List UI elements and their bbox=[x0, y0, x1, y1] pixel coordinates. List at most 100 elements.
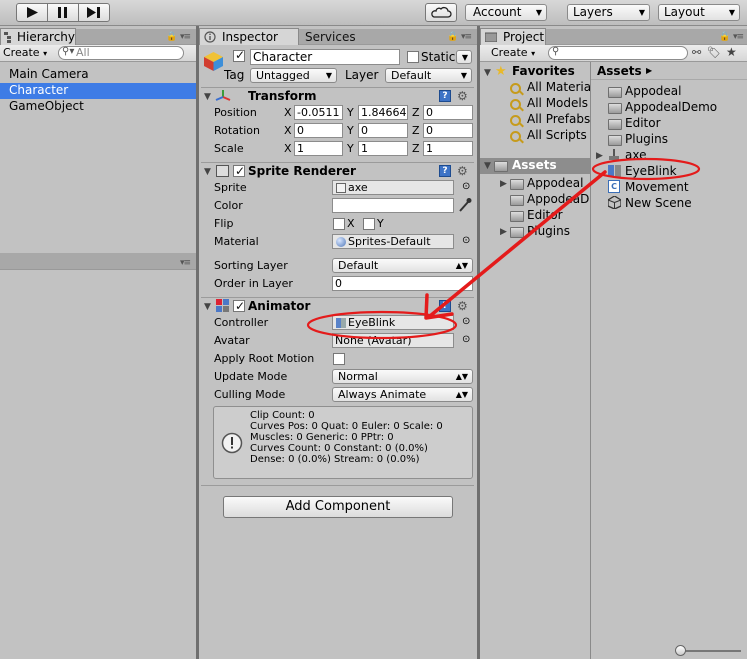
sprite-renderer-component-header[interactable]: ▼ Sprite Renderer ? ⚙ bbox=[201, 162, 474, 179]
scale-z-field[interactable]: 1 bbox=[423, 141, 473, 156]
static-checkbox[interactable] bbox=[407, 51, 419, 63]
filter-by-type-icon[interactable]: ⚯ bbox=[692, 46, 701, 59]
position-y-field[interactable]: 1.84664 bbox=[358, 105, 408, 120]
tab-services[interactable]: Services bbox=[305, 30, 356, 44]
asset-tree-item[interactable]: Plugins bbox=[527, 224, 570, 239]
panel-menu-icon[interactable]: ▾≡ bbox=[180, 258, 191, 268]
transform-component-header[interactable]: ▼ Transform ? ⚙ bbox=[201, 87, 474, 104]
asset-item-editor[interactable]: Editor bbox=[625, 116, 661, 131]
foldout-arrow-icon[interactable]: ▼ bbox=[204, 89, 211, 105]
favorite-item-scripts[interactable]: All Scripts bbox=[527, 128, 587, 143]
lock-icon[interactable]: 🔒 bbox=[719, 32, 730, 42]
sorting-layer-dropdown[interactable]: Default ▲▼ bbox=[332, 258, 473, 273]
foldout-arrow-icon[interactable]: ▶ bbox=[596, 151, 603, 161]
pause-button[interactable] bbox=[47, 3, 79, 22]
hierarchy-create-dropdown[interactable]: Create ▾ bbox=[3, 46, 51, 60]
gameobject-active-checkbox[interactable] bbox=[233, 48, 245, 62]
layers-dropdown[interactable]: Layers ▼ bbox=[567, 4, 650, 21]
rotation-x-field[interactable]: 0 bbox=[294, 123, 343, 138]
help-book-icon[interactable]: ? bbox=[439, 165, 451, 177]
hierarchy-search-field[interactable]: ⚲▾ All bbox=[58, 46, 184, 60]
order-in-layer-field[interactable]: 0 bbox=[332, 276, 473, 291]
color-swatch[interactable] bbox=[332, 198, 454, 213]
asset-item-appodealdemo[interactable]: AppodealDemo bbox=[625, 100, 717, 115]
project-create-dropdown[interactable]: Create ▾ bbox=[491, 46, 539, 60]
panel-menu-icon[interactable]: ▾≡ bbox=[733, 32, 744, 42]
animator-component-header[interactable]: ▼ Animator ? ⚙ bbox=[201, 297, 474, 314]
foldout-arrow-icon[interactable]: ▼ bbox=[484, 161, 491, 171]
tab-project[interactable]: Project bbox=[480, 28, 546, 45]
tag-dropdown[interactable]: Untagged ▼ bbox=[250, 68, 337, 83]
rotation-y-field[interactable]: 0 bbox=[358, 123, 408, 138]
favorite-star-icon[interactable]: ★ bbox=[726, 45, 737, 59]
cloud-button[interactable] bbox=[425, 3, 457, 22]
gear-icon[interactable]: ⚙ bbox=[457, 88, 468, 104]
culling-mode-dropdown[interactable]: Always Animate ▲▼ bbox=[332, 387, 473, 402]
favorite-item-models[interactable]: All Models bbox=[527, 96, 588, 111]
layer-dropdown[interactable]: Default ▼ bbox=[385, 68, 472, 83]
layout-dropdown[interactable]: Layout ▼ bbox=[658, 4, 740, 21]
apply-root-motion-checkbox[interactable] bbox=[333, 353, 345, 365]
step-button[interactable] bbox=[78, 3, 110, 22]
scale-y-field[interactable]: 1 bbox=[358, 141, 408, 156]
lock-icon[interactable]: 🔒 bbox=[447, 32, 458, 42]
hierarchy-item-main-camera[interactable]: Main Camera bbox=[0, 67, 196, 83]
rotation-z-field[interactable]: 0 bbox=[423, 123, 473, 138]
sprite-renderer-enabled-checkbox[interactable] bbox=[233, 163, 245, 179]
hierarchy-item-character[interactable]: Character bbox=[0, 83, 196, 99]
assets-root-row[interactable]: ▼ Assets bbox=[480, 158, 590, 174]
foldout-arrow-icon[interactable]: ▼ bbox=[484, 68, 491, 78]
panel-menu-icon[interactable]: ▾≡ bbox=[180, 32, 191, 42]
flip-y-checkbox[interactable] bbox=[363, 218, 375, 230]
asset-tree-item[interactable]: AppodeaD bbox=[527, 192, 589, 207]
project-zoom-slider-track[interactable] bbox=[677, 650, 741, 652]
material-object-field[interactable]: Sprites-Default bbox=[332, 234, 454, 249]
foldout-arrow-icon[interactable]: ▶ bbox=[500, 227, 507, 237]
favorite-item-materials[interactable]: All Material bbox=[527, 80, 594, 95]
tab-hierarchy[interactable]: Hierarchy bbox=[0, 28, 76, 45]
animator-enabled-checkbox[interactable] bbox=[233, 298, 245, 314]
position-x-field[interactable]: -0.0511 bbox=[294, 105, 343, 120]
static-dropdown-arrow[interactable]: ▼ bbox=[456, 50, 472, 64]
eyedropper-icon[interactable] bbox=[458, 197, 472, 213]
lock-icon[interactable]: 🔒 bbox=[166, 32, 177, 42]
asset-item-plugins[interactable]: Plugins bbox=[625, 132, 668, 147]
asset-item-appodeal[interactable]: Appodeal bbox=[625, 84, 681, 99]
avatar-object-field[interactable]: None (Avatar) bbox=[332, 333, 454, 348]
position-z-field[interactable]: 0 bbox=[423, 105, 473, 120]
project-search-field[interactable]: ⚲ bbox=[548, 46, 688, 60]
help-book-icon[interactable]: ? bbox=[439, 300, 451, 312]
gameobject-name-field[interactable]: Character bbox=[250, 49, 400, 65]
breadcrumb-assets[interactable]: Assets bbox=[597, 64, 642, 79]
foldout-arrow-icon[interactable]: ▼ bbox=[204, 164, 211, 180]
favorites-header[interactable]: Favorites bbox=[512, 64, 575, 79]
object-picker-icon[interactable]: ⊙ bbox=[462, 315, 470, 329]
sprite-object-field[interactable]: axe bbox=[332, 180, 454, 195]
object-picker-icon[interactable]: ⊙ bbox=[462, 180, 470, 194]
asset-tree-item[interactable]: Editor bbox=[527, 208, 563, 223]
controller-object-field[interactable]: EyeBlink bbox=[332, 315, 454, 330]
panel-menu-icon[interactable]: ▾≡ bbox=[461, 32, 472, 42]
help-book-icon[interactable]: ? bbox=[439, 90, 451, 102]
play-button[interactable] bbox=[16, 3, 48, 22]
asset-tree-item[interactable]: Appodeal bbox=[527, 176, 583, 191]
flip-x-checkbox[interactable] bbox=[333, 218, 345, 230]
add-component-button[interactable]: Add Component bbox=[223, 496, 453, 518]
account-dropdown[interactable]: Account ▼ bbox=[465, 4, 547, 21]
asset-item-new-scene[interactable]: New Scene bbox=[625, 196, 692, 211]
asset-item-axe[interactable]: axe bbox=[625, 148, 646, 163]
object-picker-icon[interactable]: ⊙ bbox=[462, 333, 470, 347]
gear-icon[interactable]: ⚙ bbox=[457, 298, 468, 314]
asset-item-eyeblink[interactable]: EyeBlink bbox=[625, 164, 677, 179]
tab-inspector[interactable]: Inspector bbox=[199, 28, 299, 45]
object-picker-icon[interactable]: ⊙ bbox=[462, 234, 470, 248]
update-mode-dropdown[interactable]: Normal ▲▼ bbox=[332, 369, 473, 384]
foldout-arrow-icon[interactable]: ▼ bbox=[204, 299, 211, 315]
asset-item-movement[interactable]: Movement bbox=[625, 180, 689, 195]
favorite-item-prefabs[interactable]: All Prefabs bbox=[527, 112, 590, 127]
scale-x-field[interactable]: 1 bbox=[294, 141, 343, 156]
gear-icon[interactable]: ⚙ bbox=[457, 163, 468, 179]
hierarchy-item-gameobject[interactable]: GameObject bbox=[0, 99, 196, 115]
filter-by-label-icon[interactable]: 🏷 bbox=[707, 46, 721, 59]
foldout-arrow-icon[interactable]: ▶ bbox=[500, 179, 507, 189]
